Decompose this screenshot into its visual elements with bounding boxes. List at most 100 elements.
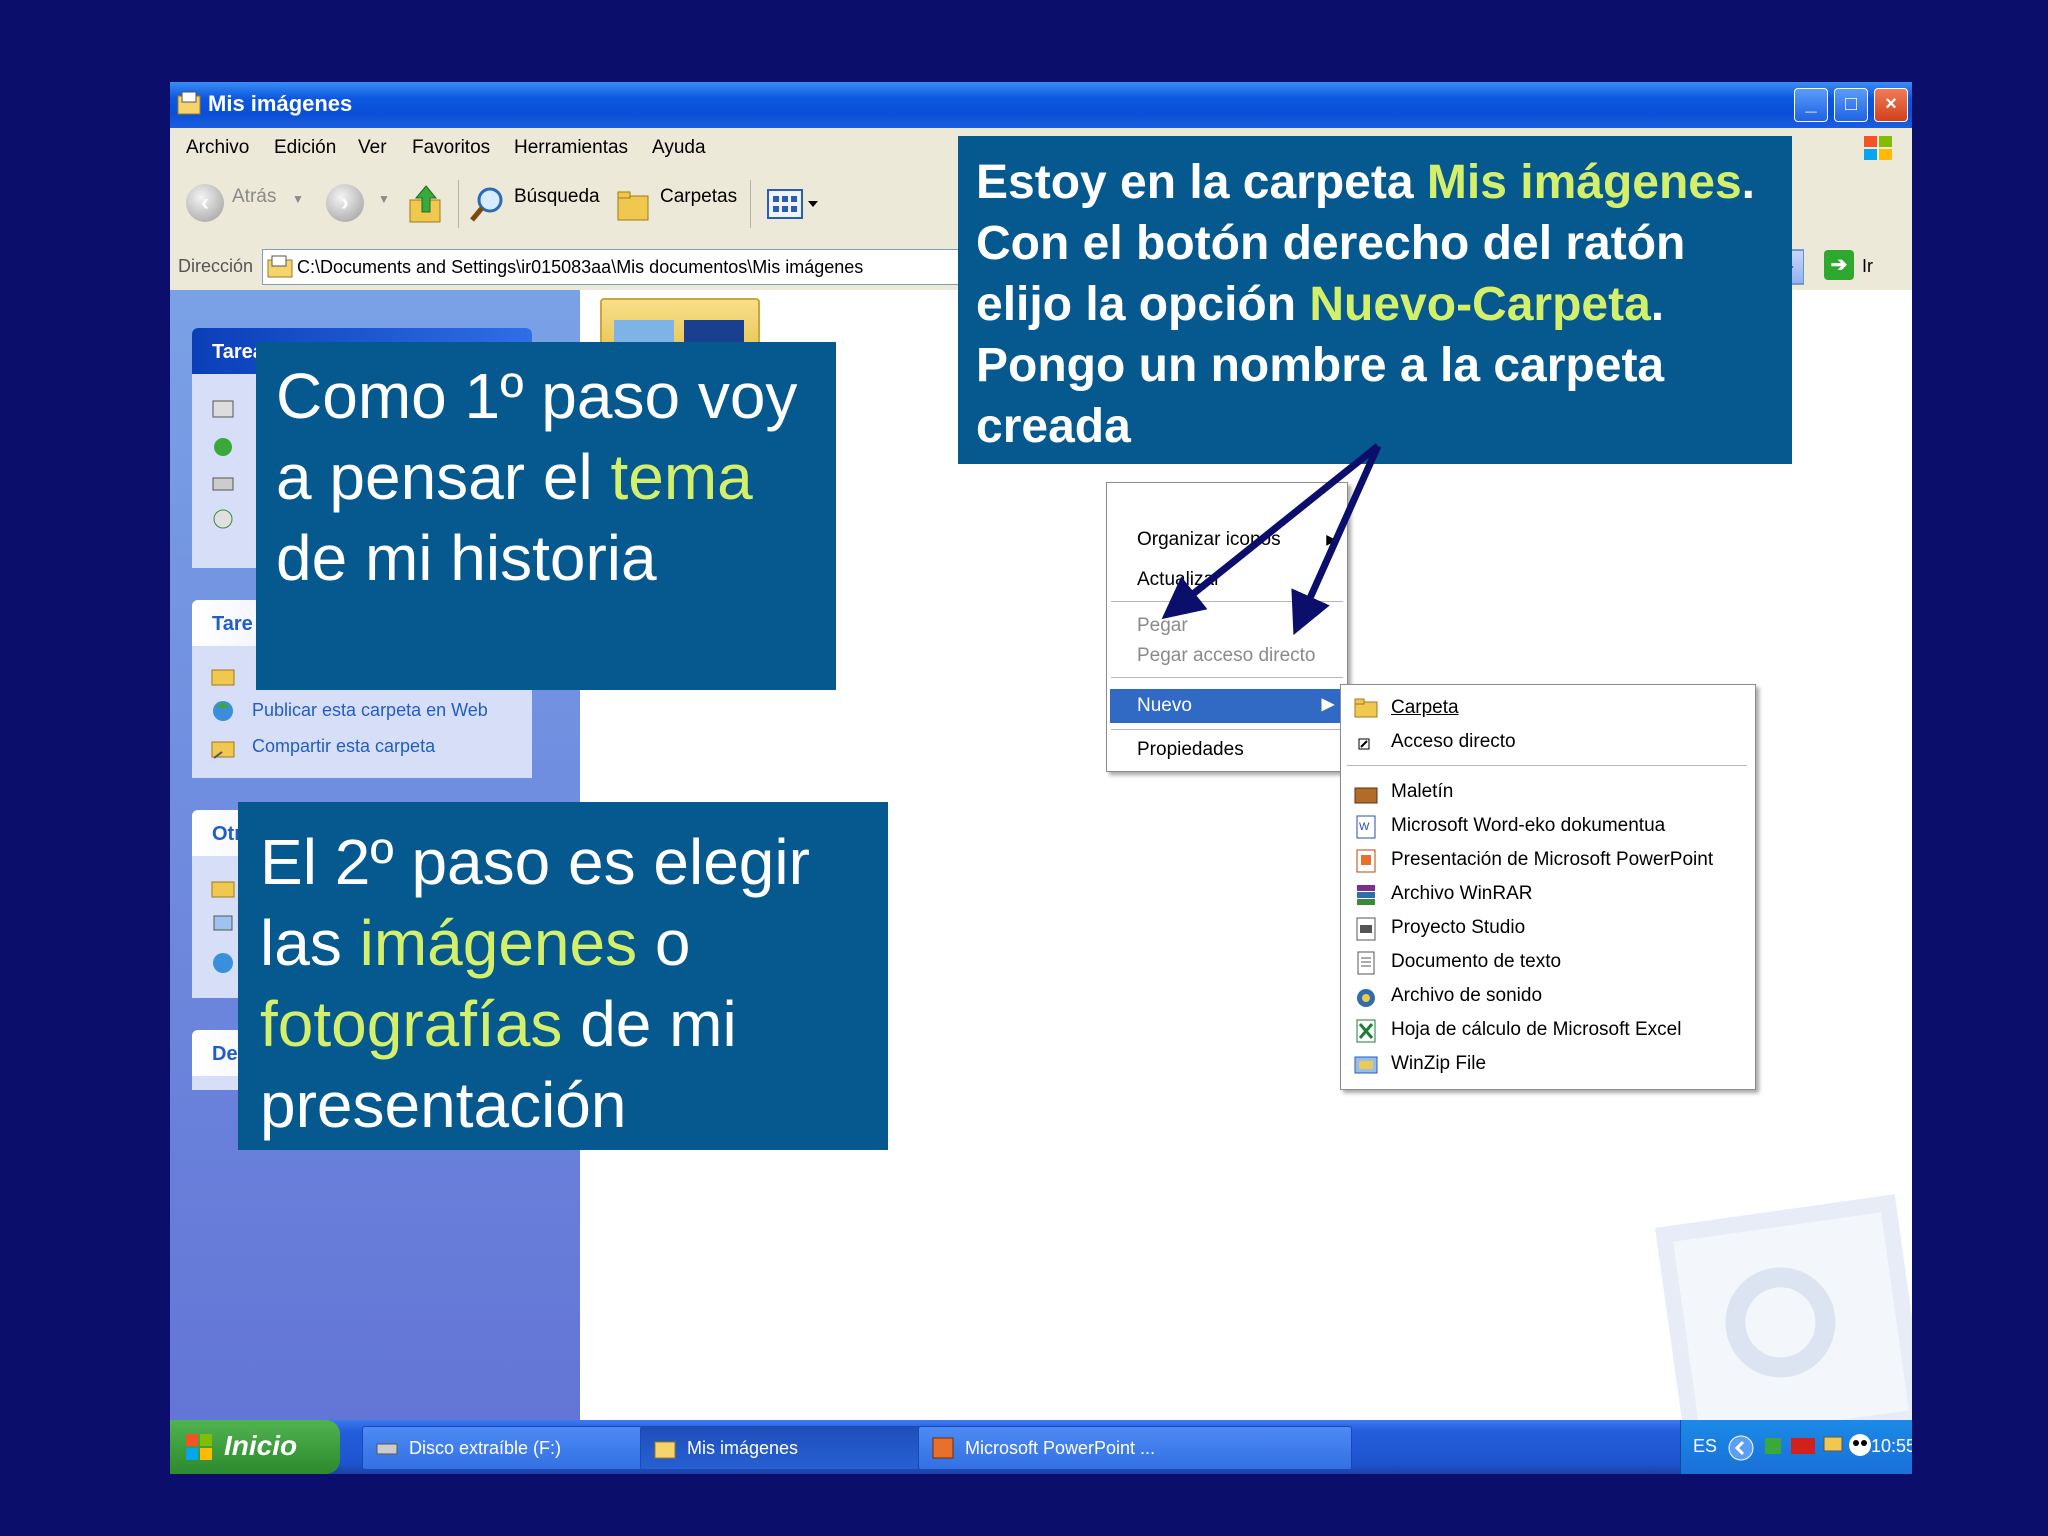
print-icon <box>212 477 234 491</box>
folders-icon[interactable] <box>614 184 654 224</box>
menu-ver[interactable]: Ver <box>358 137 387 159</box>
submenu-item-winrar[interactable]: Archivo WinRAR <box>1391 883 1532 905</box>
folder-icon <box>1354 698 1378 718</box>
powerpoint-icon <box>1356 849 1376 873</box>
order-prints-icon <box>214 438 232 456</box>
address-path: C:\Documents and Settings\ir015083aa\Mis… <box>297 257 864 277</box>
callout-text-part: Estoy en la carpeta <box>976 156 1427 209</box>
search-icon[interactable] <box>468 184 508 224</box>
toolbar-separator <box>458 180 459 228</box>
slideshow-icon <box>212 400 234 418</box>
ctx-item-organizar-iconos[interactable]: Organizar iconos <box>1137 529 1281 551</box>
ctx-item-pegar[interactable]: Pegar <box>1137 615 1188 637</box>
ati-tray-icon[interactable] <box>1789 1434 1817 1458</box>
network-places-icon <box>213 953 233 973</box>
ctx-item-actualizar[interactable]: Actualizar <box>1137 569 1220 591</box>
menu-divider <box>1111 677 1343 678</box>
callout-text-part: o <box>637 907 691 979</box>
submenu-item-carpeta[interactable]: Carpeta <box>1391 697 1459 719</box>
share-folder-link[interactable]: Compartir esta carpeta <box>252 736 435 757</box>
go-button-label[interactable]: Ir <box>1862 256 1873 277</box>
submenu-item-documento-texto[interactable]: Documento de texto <box>1391 951 1561 973</box>
callout-step-1-text: Como 1º paso voy a pensar el tema de mi … <box>276 356 836 599</box>
menu-divider <box>1111 729 1343 730</box>
studio-project-icon <box>1356 917 1376 941</box>
start-label: Inicio <box>224 1430 298 1461</box>
folder-tasks-title: Tare <box>212 613 253 635</box>
submenu-arrow-icon: ▶ <box>1321 696 1334 713</box>
menu-favoritos[interactable]: Favoritos <box>412 137 490 159</box>
text-document-icon <box>1357 951 1375 975</box>
forward-dropdown-icon[interactable]: ▼ <box>378 192 390 206</box>
back-dropdown-icon[interactable]: ▼ <box>292 192 304 206</box>
taskbar-item-label: Microsoft PowerPoint ... <box>965 1438 1156 1458</box>
publish-folder-link[interactable]: Publicar esta carpeta en Web <box>252 700 488 721</box>
back-arrow-icon[interactable]: ‹ <box>186 184 224 222</box>
taskbar-item-powerpoint[interactable]: Microsoft PowerPoint ... <box>918 1426 1352 1470</box>
views-icon[interactable] <box>766 188 822 220</box>
toolbar-separator <box>750 180 751 228</box>
publish-web-icon <box>213 701 233 721</box>
up-folder-icon[interactable] <box>406 182 446 226</box>
clock: 10:55 <box>1871 1436 1912 1456</box>
network-tray-icon[interactable] <box>1761 1434 1785 1458</box>
word-document-icon: W <box>1356 815 1376 839</box>
winzip-icon <box>1354 1056 1378 1074</box>
windows-logo-icon <box>1864 136 1892 160</box>
my-documents-icon <box>211 881 235 898</box>
submenu-item-winzip[interactable]: WinZip File <box>1391 1053 1486 1075</box>
show-hidden-icons-icon[interactable] <box>1727 1434 1755 1462</box>
ctx-item-propiedades[interactable]: Propiedades <box>1137 739 1244 761</box>
new-folder-icon <box>211 669 235 686</box>
callout-instructions-text: Estoy en la carpeta Mis imágenes. Con el… <box>976 152 1786 457</box>
search-button-label[interactable]: Búsqueda <box>514 186 600 208</box>
menu-archivo[interactable]: Archivo <box>186 137 249 159</box>
close-button[interactable]: × <box>1874 88 1908 122</box>
ctx-item-pegar-acceso-directo[interactable]: Pegar acceso directo <box>1137 645 1316 667</box>
callout-highlight: Mis imágenes <box>1426 156 1742 209</box>
callout-step-2: El 2º paso es elegir las imágenes o foto… <box>238 802 888 1150</box>
svg-text:W: W <box>1359 821 1370 833</box>
taskbar: Inicio Disco extraíble (F:) Mis imágenes… <box>170 1420 1912 1474</box>
folders-button-label[interactable]: Carpetas <box>660 186 737 208</box>
sound-file-icon <box>1357 989 1375 1007</box>
callout-highlight: fotografías <box>260 988 563 1060</box>
details-title: De <box>212 1043 238 1065</box>
taskbar-item-label: Disco extraíble (F:) <box>409 1438 562 1458</box>
forward-arrow-icon[interactable]: › <box>326 184 364 222</box>
submenu-item-maletin[interactable]: Maletín <box>1391 781 1453 803</box>
menu-herramientas[interactable]: Herramientas <box>514 137 628 159</box>
submenu-item-excel[interactable]: Hoja de cálculo de Microsoft Excel <box>1391 1019 1681 1041</box>
ctx-item-nuevo[interactable]: Nuevo ▶ <box>1110 689 1342 723</box>
new-submenu: Carpeta Acceso directo Maletín W Microso… <box>1340 684 1756 1090</box>
monitor-tray-icon[interactable] <box>1821 1434 1845 1458</box>
minimize-button[interactable]: _ <box>1794 88 1828 122</box>
go-arrow-icon[interactable]: ➔ <box>1824 250 1854 280</box>
watermark-circle <box>1718 1260 1843 1385</box>
title-bar[interactable]: Mis imágenes _ □ × <box>170 82 1912 128</box>
callout-highlight: tema <box>610 441 753 513</box>
submenu-item-proyecto-studio[interactable]: Proyecto Studio <box>1391 917 1525 939</box>
window-title: Mis imágenes <box>208 91 353 116</box>
start-button[interactable]: Inicio <box>170 1420 340 1474</box>
submenu-item-archivo-sonido[interactable]: Archivo de sonido <box>1391 985 1542 1007</box>
menu-divider <box>1347 765 1747 766</box>
winrar-icon <box>1357 885 1375 905</box>
panda-antivirus-icon[interactable] <box>1847 1432 1873 1458</box>
callout-step-2-text: El 2º paso es elegir las imágenes o foto… <box>260 822 888 1146</box>
removable-drive-icon <box>376 1443 398 1455</box>
language-indicator[interactable]: ES <box>1693 1436 1717 1457</box>
windows-logo-icon <box>186 1434 212 1460</box>
share-folder-icon <box>211 741 235 759</box>
pictures-folder-icon <box>267 255 293 278</box>
menu-ayuda[interactable]: Ayuda <box>652 137 706 159</box>
callout-step-1: Como 1º paso voy a pensar el tema de mi … <box>256 342 836 690</box>
callout-instructions: Estoy en la carpeta Mis imágenes. Con el… <box>958 136 1792 464</box>
back-button-label[interactable]: Atrás <box>232 186 276 208</box>
callout-highlight: imágenes <box>359 907 638 979</box>
submenu-item-word[interactable]: Microsoft Word-eko dokumentua <box>1391 815 1665 837</box>
maximize-button[interactable]: □ <box>1834 88 1868 122</box>
menu-edicion[interactable]: Edición <box>274 137 336 159</box>
submenu-item-powerpoint[interactable]: Presentación de Microsoft PowerPoint <box>1391 849 1713 871</box>
submenu-item-acceso-directo[interactable]: Acceso directo <box>1391 731 1516 753</box>
